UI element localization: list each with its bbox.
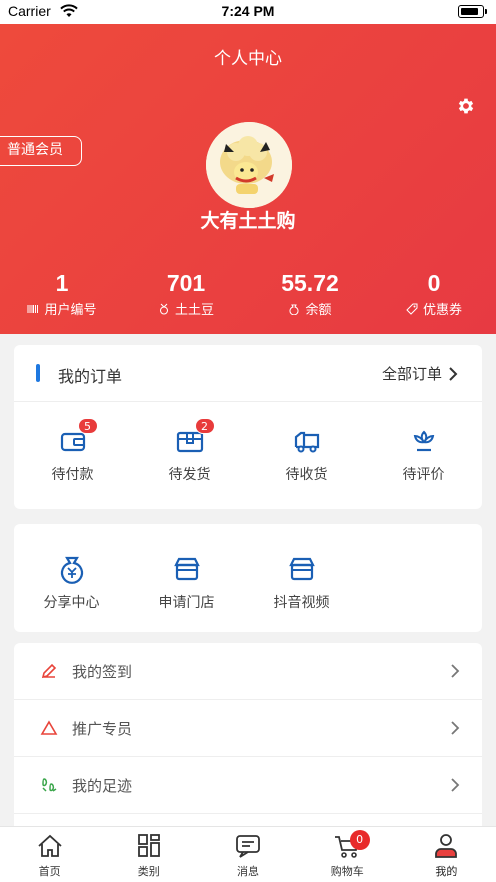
order-status-label: 待评价 [402, 467, 445, 483]
page-title: 个人中心 [214, 49, 282, 69]
barcode-icon [27, 304, 39, 313]
member-level-badge[interactable]: 普通会员 [0, 136, 82, 166]
stat-value: 0 [427, 270, 441, 296]
stat-value: 55.72 [281, 270, 339, 296]
services-card: 分享中心 申请门店 抖音视频 [14, 524, 482, 632]
profile-header: 个人中心 普通会员 大有土土购 1 用户编号 701 土土豆 55.72 余额 … [0, 24, 496, 334]
yuan-bag-icon [60, 556, 83, 584]
order-status-label: 待付款 [51, 467, 94, 483]
stat-label: 优惠券 [422, 303, 462, 318]
stat-value: 1 [55, 270, 69, 296]
orders-title: 我的订单 [58, 367, 123, 386]
menu-item-footprint[interactable]: 我的足迹 [14, 757, 482, 814]
menu-item-label: 推广专员 [72, 719, 133, 738]
medal-icon [159, 303, 168, 314]
all-orders-label: 全部订单 [381, 365, 442, 383]
stat-tudou[interactable]: 701 土土豆 [124, 270, 248, 318]
tab-category[interactable]: 类别 [99, 827, 198, 882]
tab-home[interactable]: 首页 [0, 827, 99, 882]
menu-item-label: 我的足迹 [72, 776, 133, 795]
clock: 7:24 PM [221, 3, 275, 19]
services-row: 分享中心 申请门店 抖音视频 [14, 524, 482, 612]
pencil-icon [41, 663, 57, 679]
money-bag-icon [290, 304, 299, 315]
chevron-right-icon [451, 664, 460, 678]
order-pending-receipt[interactable]: 待收货 [248, 426, 365, 484]
stat-label: 用户编号 [44, 303, 97, 318]
footprint-icon [42, 778, 57, 792]
stats-row: 1 用户编号 701 土土豆 55.72 余额 0 优惠券 [0, 270, 496, 318]
store-icon [173, 557, 200, 581]
menu-item-checkin[interactable]: 我的签到 [14, 643, 482, 700]
orders-header: 我的订单 全部订单 [14, 345, 482, 402]
menu-list: 我的签到 推广专员 我的足迹 [14, 643, 482, 843]
douyin-video[interactable]: 抖音视频 [244, 554, 359, 612]
order-status-label: 待发货 [168, 467, 211, 483]
menu-item-label: 我的签到 [72, 662, 133, 681]
username: 大有土土购 [200, 210, 296, 232]
flower-icon [413, 430, 434, 452]
triangle-icon [40, 720, 58, 735]
apply-store[interactable]: 申请门店 [129, 554, 244, 612]
category-icon [137, 834, 160, 857]
order-pending-review[interactable]: 待评价 [365, 426, 482, 484]
message-icon [236, 835, 260, 858]
service-label: 抖音视频 [273, 595, 330, 611]
tab-cart[interactable]: 0 购物车 [298, 827, 397, 882]
status-bar: Carrier 7:24 PM [0, 0, 496, 24]
truck-icon [294, 431, 319, 453]
service-label: 申请门店 [158, 595, 215, 611]
tab-label: 类别 [137, 865, 160, 878]
stat-balance[interactable]: 55.72 余额 [248, 270, 372, 318]
coupon-icon [406, 303, 418, 315]
chevron-right-icon [449, 366, 458, 381]
count-badge: 2 [194, 418, 215, 434]
tab-label: 购物车 [330, 865, 364, 878]
menu-item-promoter[interactable]: 推广专员 [14, 700, 482, 757]
order-pending-payment[interactable]: 5 待付款 [14, 418, 131, 484]
home-icon [37, 834, 62, 857]
gear-icon[interactable] [456, 96, 476, 116]
stat-label: 土土豆 [174, 303, 214, 318]
share-center[interactable]: 分享中心 [14, 554, 129, 612]
all-orders-link[interactable]: 全部订单 [382, 363, 458, 384]
chevron-right-icon [451, 778, 460, 792]
order-status-row: 5 待付款 2 待发货 待收货 待评价 [14, 402, 482, 484]
orders-card: 我的订单 全部订单 5 待付款 2 待发货 待收货 待评价 [14, 345, 482, 509]
tab-label: 消息 [237, 865, 259, 878]
order-pending-shipment[interactable]: 2 待发货 [131, 418, 248, 484]
stat-value: 701 [166, 270, 206, 296]
section-accent-bar [36, 364, 40, 382]
stat-coupon[interactable]: 0 优惠券 [372, 270, 496, 318]
chevron-right-icon [451, 721, 460, 735]
profile-icon [435, 834, 458, 858]
count-badge: 5 [77, 418, 98, 434]
cart-count-badge: 0 [349, 830, 370, 850]
tab-messages[interactable]: 消息 [198, 827, 297, 882]
tab-profile[interactable]: 我的 [397, 827, 496, 882]
order-status-label: 待收货 [285, 467, 328, 483]
avatar[interactable] [206, 122, 292, 208]
tab-bar: 首页 类别 消息 0 购物车 我的 [0, 826, 496, 882]
video-store-icon [288, 557, 315, 581]
stat-label: 余额 [305, 303, 332, 318]
battery-icon [458, 5, 487, 18]
avatar-image [206, 122, 292, 208]
service-label: 分享中心 [43, 595, 100, 611]
tab-label: 首页 [38, 865, 61, 878]
tab-label: 我的 [435, 865, 458, 878]
stat-user-id[interactable]: 1 用户编号 [0, 270, 124, 318]
